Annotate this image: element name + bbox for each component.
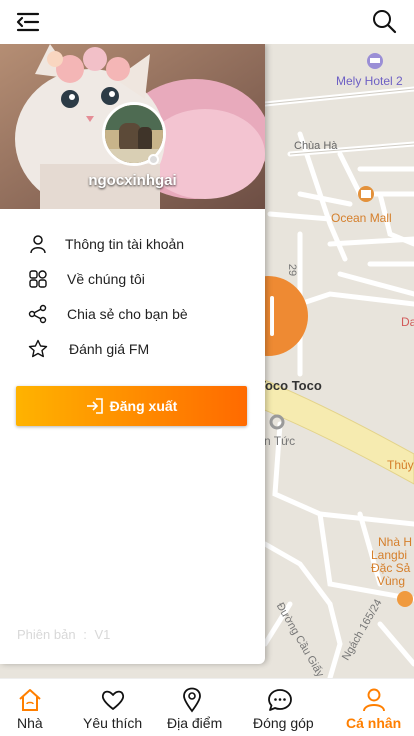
drawer-menu: Thông tin tài khoản Về chúng tôi Chia sẻ… xyxy=(0,226,265,366)
app-screen: Mely Hotel 2 Chùa Hà Ocean Mall 29 Da To… xyxy=(0,0,414,736)
map-label-nha1: Nhà H xyxy=(378,535,413,549)
map-label-number: 29 xyxy=(286,263,299,277)
menu-item-label: Đánh giá FM xyxy=(69,340,150,357)
version-label: Phiên bản xyxy=(17,627,76,642)
cover-photo: ngocxinhgai xyxy=(0,44,265,209)
menu-item-rate-app[interactable]: Đánh giá FM xyxy=(0,331,265,366)
bottom-navigation: Nhà Yêu thích Địa điểm Đóng góp Cá nhân xyxy=(0,678,414,736)
version-separator: : xyxy=(83,627,87,642)
map-label-nha4: Vùng xyxy=(377,574,406,588)
map-label-hotel: Mely Hotel 2 xyxy=(336,74,403,88)
home-icon xyxy=(17,687,43,713)
logout-label: Đăng xuất xyxy=(109,398,178,414)
logout-button[interactable]: Đăng xuất xyxy=(16,386,247,426)
map-label-da: Da xyxy=(401,315,414,329)
tab-label: Đóng góp xyxy=(253,715,314,731)
collapse-menu-icon[interactable] xyxy=(14,8,42,36)
version-value: V1 xyxy=(94,627,111,642)
tab-label: Cá nhân xyxy=(346,715,402,731)
tab-contribute[interactable]: Đóng góp xyxy=(250,679,316,736)
tab-places[interactable]: Địa điểm xyxy=(164,679,224,736)
menu-item-label: Về chúng tôi xyxy=(67,270,145,287)
user-icon xyxy=(28,234,48,254)
map-label-nha2: Langbi xyxy=(371,548,408,562)
map-label-thuy: Thủy xyxy=(387,458,414,472)
share-icon xyxy=(28,304,48,324)
location-pin-icon xyxy=(179,687,205,713)
search-icon[interactable] xyxy=(370,7,398,35)
map-label-toco: Toco Toco xyxy=(258,378,322,393)
map-label-nha3: Đặc Sả xyxy=(371,561,411,575)
tab-favorites[interactable]: Yêu thích xyxy=(80,679,146,736)
person-icon xyxy=(361,687,387,713)
star-icon xyxy=(28,339,48,359)
app-version: Phiên bản : V1 xyxy=(17,627,110,642)
tab-profile[interactable]: Cá nhân xyxy=(342,679,406,736)
menu-item-about-us[interactable]: Về chúng tôi xyxy=(0,261,265,296)
map-label-mall: Ocean Mall xyxy=(331,211,392,225)
apps-icon xyxy=(28,269,48,289)
chat-bubble-icon xyxy=(267,687,293,713)
map-label-tuc: n Tức xyxy=(264,434,296,448)
menu-item-account-info[interactable]: Thông tin tài khoản xyxy=(0,226,265,261)
username: ngocxinhgai xyxy=(88,172,177,189)
online-status-dot xyxy=(148,154,159,165)
menu-item-label: Thông tin tài khoản xyxy=(65,235,185,252)
map-label-street: Chùa Hà xyxy=(294,140,338,152)
heart-icon xyxy=(100,687,126,713)
menu-item-share[interactable]: Chia sẻ cho bạn bè xyxy=(0,296,265,331)
logout-icon xyxy=(86,398,103,414)
menu-item-label: Chia sẻ cho bạn bè xyxy=(67,305,188,322)
top-bar xyxy=(0,0,414,44)
tab-home[interactable]: Nhà xyxy=(0,679,60,736)
tab-label: Yêu thích xyxy=(83,715,143,731)
side-drawer: ngocxinhgai Thông tin tài khoản Về chúng… xyxy=(0,44,265,664)
tab-label: Địa điểm xyxy=(167,715,223,731)
tab-label: Nhà xyxy=(17,715,43,731)
